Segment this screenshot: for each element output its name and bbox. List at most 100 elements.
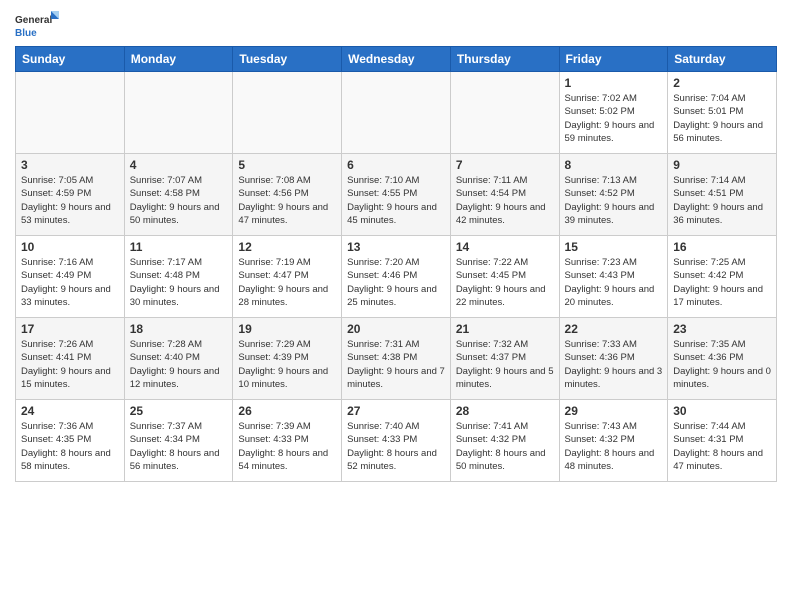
day-info: Sunrise: 7:25 AM Sunset: 4:42 PM Dayligh… xyxy=(673,256,771,309)
day-number: 22 xyxy=(565,322,663,336)
day-cell: 16 Sunrise: 7:25 AM Sunset: 4:42 PM Dayli… xyxy=(668,236,777,318)
day-number: 21 xyxy=(456,322,554,336)
week-row-1: 1 Sunrise: 7:02 AM Sunset: 5:02 PM Daylig… xyxy=(16,72,777,154)
day-number: 28 xyxy=(456,404,554,418)
day-info: Sunrise: 7:11 AM Sunset: 4:54 PM Dayligh… xyxy=(456,174,554,227)
day-info: Sunrise: 7:10 AM Sunset: 4:55 PM Dayligh… xyxy=(347,174,445,227)
day-info: Sunrise: 7:17 AM Sunset: 4:48 PM Dayligh… xyxy=(130,256,228,309)
day-info: Sunrise: 7:23 AM Sunset: 4:43 PM Dayligh… xyxy=(565,256,663,309)
day-cell: 29 Sunrise: 7:43 AM Sunset: 4:32 PM Dayli… xyxy=(559,400,668,482)
header-friday: Friday xyxy=(559,47,668,72)
day-number: 16 xyxy=(673,240,771,254)
day-cell: 21 Sunrise: 7:32 AM Sunset: 4:37 PM Dayli… xyxy=(450,318,559,400)
page-container: General Blue SundayMondayTuesdayWednesda… xyxy=(0,0,792,487)
day-cell: 17 Sunrise: 7:26 AM Sunset: 4:41 PM Dayli… xyxy=(16,318,125,400)
day-number: 29 xyxy=(565,404,663,418)
day-cell: 14 Sunrise: 7:22 AM Sunset: 4:45 PM Dayli… xyxy=(450,236,559,318)
day-info: Sunrise: 7:14 AM Sunset: 4:51 PM Dayligh… xyxy=(673,174,771,227)
day-cell: 10 Sunrise: 7:16 AM Sunset: 4:49 PM Dayli… xyxy=(16,236,125,318)
day-cell: 4 Sunrise: 7:07 AM Sunset: 4:58 PM Daylig… xyxy=(124,154,233,236)
day-cell: 13 Sunrise: 7:20 AM Sunset: 4:46 PM Dayli… xyxy=(342,236,451,318)
day-cell: 11 Sunrise: 7:17 AM Sunset: 4:48 PM Dayli… xyxy=(124,236,233,318)
day-number: 6 xyxy=(347,158,445,172)
day-info: Sunrise: 7:20 AM Sunset: 4:46 PM Dayligh… xyxy=(347,256,445,309)
header-wednesday: Wednesday xyxy=(342,47,451,72)
header-tuesday: Tuesday xyxy=(233,47,342,72)
day-cell: 5 Sunrise: 7:08 AM Sunset: 4:56 PM Daylig… xyxy=(233,154,342,236)
day-info: Sunrise: 7:37 AM Sunset: 4:34 PM Dayligh… xyxy=(130,420,228,473)
day-info: Sunrise: 7:16 AM Sunset: 4:49 PM Dayligh… xyxy=(21,256,119,309)
day-cell xyxy=(233,72,342,154)
day-number: 1 xyxy=(565,76,663,90)
day-number: 13 xyxy=(347,240,445,254)
day-number: 9 xyxy=(673,158,771,172)
day-cell: 8 Sunrise: 7:13 AM Sunset: 4:52 PM Daylig… xyxy=(559,154,668,236)
day-info: Sunrise: 7:22 AM Sunset: 4:45 PM Dayligh… xyxy=(456,256,554,309)
day-cell: 22Sunrise: 7:33 AM Sunset: 4:36 PM Dayli… xyxy=(559,318,668,400)
day-number: 27 xyxy=(347,404,445,418)
calendar-body: 1 Sunrise: 7:02 AM Sunset: 5:02 PM Daylig… xyxy=(16,72,777,482)
day-info: Sunrise: 7:05 AM Sunset: 4:59 PM Dayligh… xyxy=(21,174,119,227)
svg-text:Blue: Blue xyxy=(15,28,37,39)
day-info: Sunrise: 7:07 AM Sunset: 4:58 PM Dayligh… xyxy=(130,174,228,227)
day-number: 11 xyxy=(130,240,228,254)
day-number: 24 xyxy=(21,404,119,418)
day-cell: 3 Sunrise: 7:05 AM Sunset: 4:59 PM Daylig… xyxy=(16,154,125,236)
day-cell: 30 Sunrise: 7:44 AM Sunset: 4:31 PM Dayli… xyxy=(668,400,777,482)
day-number: 3 xyxy=(21,158,119,172)
day-cell xyxy=(450,72,559,154)
day-cell: 23Sunrise: 7:35 AM Sunset: 4:36 PM Dayli… xyxy=(668,318,777,400)
day-cell: 19Sunrise: 7:29 AM Sunset: 4:39 PM Dayli… xyxy=(233,318,342,400)
day-cell: 24Sunrise: 7:36 AM Sunset: 4:35 PM Dayli… xyxy=(16,400,125,482)
day-number: 19 xyxy=(238,322,336,336)
week-row-5: 24Sunrise: 7:36 AM Sunset: 4:35 PM Dayli… xyxy=(16,400,777,482)
day-info: Sunrise: 7:35 AM Sunset: 4:36 PM Dayligh… xyxy=(673,338,771,391)
day-info: Sunrise: 7:41 AM Sunset: 4:32 PM Dayligh… xyxy=(456,420,554,473)
day-info: Sunrise: 7:28 AM Sunset: 4:40 PM Dayligh… xyxy=(130,338,228,391)
day-cell: 15Sunrise: 7:23 AM Sunset: 4:43 PM Dayli… xyxy=(559,236,668,318)
calendar-table: SundayMondayTuesdayWednesdayThursdayFrid… xyxy=(15,46,777,482)
day-number: 14 xyxy=(456,240,554,254)
header-row-days: SundayMondayTuesdayWednesdayThursdayFrid… xyxy=(16,47,777,72)
day-info: Sunrise: 7:08 AM Sunset: 4:56 PM Dayligh… xyxy=(238,174,336,227)
day-info: Sunrise: 7:26 AM Sunset: 4:41 PM Dayligh… xyxy=(21,338,119,391)
day-number: 4 xyxy=(130,158,228,172)
day-info: Sunrise: 7:39 AM Sunset: 4:33 PM Dayligh… xyxy=(238,420,336,473)
day-cell xyxy=(16,72,125,154)
day-cell: 18 Sunrise: 7:28 AM Sunset: 4:40 PM Dayli… xyxy=(124,318,233,400)
header-saturday: Saturday xyxy=(668,47,777,72)
day-cell: 6 Sunrise: 7:10 AM Sunset: 4:55 PM Daylig… xyxy=(342,154,451,236)
day-number: 10 xyxy=(21,240,119,254)
day-number: 17 xyxy=(21,322,119,336)
day-info: Sunrise: 7:44 AM Sunset: 4:31 PM Dayligh… xyxy=(673,420,771,473)
day-info: Sunrise: 7:19 AM Sunset: 4:47 PM Dayligh… xyxy=(238,256,336,309)
day-cell: 20Sunrise: 7:31 AM Sunset: 4:38 PM Dayli… xyxy=(342,318,451,400)
logo: General Blue xyxy=(15,10,65,40)
day-number: 12 xyxy=(238,240,336,254)
day-info: Sunrise: 7:13 AM Sunset: 4:52 PM Dayligh… xyxy=(565,174,663,227)
day-number: 5 xyxy=(238,158,336,172)
day-info: Sunrise: 7:02 AM Sunset: 5:02 PM Dayligh… xyxy=(565,92,663,145)
day-number: 30 xyxy=(673,404,771,418)
svg-text:General: General xyxy=(15,15,52,26)
week-row-3: 10 Sunrise: 7:16 AM Sunset: 4:49 PM Dayli… xyxy=(16,236,777,318)
day-info: Sunrise: 7:40 AM Sunset: 4:33 PM Dayligh… xyxy=(347,420,445,473)
day-cell: 26Sunrise: 7:39 AM Sunset: 4:33 PM Dayli… xyxy=(233,400,342,482)
day-cell: 25 Sunrise: 7:37 AM Sunset: 4:34 PM Dayli… xyxy=(124,400,233,482)
day-info: Sunrise: 7:43 AM Sunset: 4:32 PM Dayligh… xyxy=(565,420,663,473)
day-number: 8 xyxy=(565,158,663,172)
day-info: Sunrise: 7:32 AM Sunset: 4:37 PM Dayligh… xyxy=(456,338,554,391)
logo-svg: General Blue xyxy=(15,10,65,40)
day-cell: 28 Sunrise: 7:41 AM Sunset: 4:32 PM Dayli… xyxy=(450,400,559,482)
calendar-header: SundayMondayTuesdayWednesdayThursdayFrid… xyxy=(16,47,777,72)
day-cell: 27 Sunrise: 7:40 AM Sunset: 4:33 PM Dayli… xyxy=(342,400,451,482)
header-monday: Monday xyxy=(124,47,233,72)
day-cell xyxy=(124,72,233,154)
day-number: 18 xyxy=(130,322,228,336)
day-number: 25 xyxy=(130,404,228,418)
day-number: 20 xyxy=(347,322,445,336)
header-thursday: Thursday xyxy=(450,47,559,72)
day-cell: 2Sunrise: 7:04 AM Sunset: 5:01 PM Daylig… xyxy=(668,72,777,154)
week-row-4: 17 Sunrise: 7:26 AM Sunset: 4:41 PM Dayli… xyxy=(16,318,777,400)
week-row-2: 3 Sunrise: 7:05 AM Sunset: 4:59 PM Daylig… xyxy=(16,154,777,236)
